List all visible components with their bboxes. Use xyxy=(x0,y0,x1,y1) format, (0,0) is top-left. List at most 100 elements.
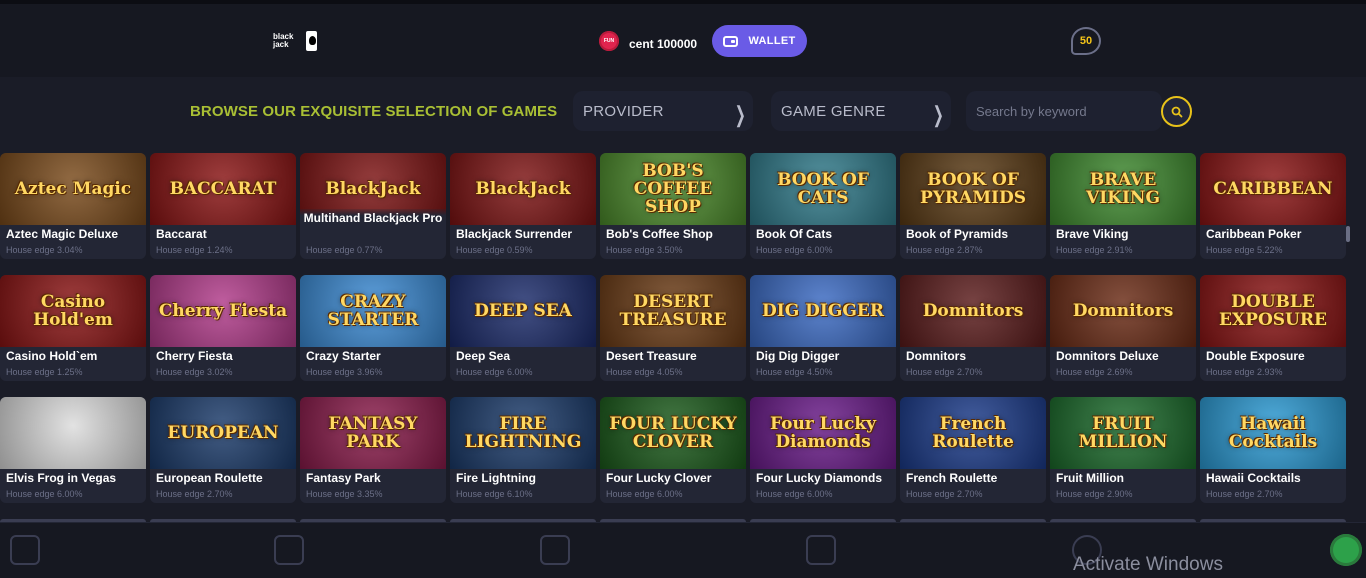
game-thumbnail[interactable]: BACCARAT xyxy=(150,153,296,225)
genre-filter[interactable]: GAME GENRE ❯ xyxy=(771,91,951,131)
game-name[interactable]: Dig Dig Digger xyxy=(756,349,892,363)
game-name[interactable]: Casino Hold`em xyxy=(6,349,142,363)
game-name[interactable]: Caribbean Poker xyxy=(1206,227,1342,241)
game-card[interactable]: BOOK OF CATS Book Of Cats House edge 6.00% xyxy=(750,153,896,259)
house-edge: House edge 2.70% xyxy=(1206,489,1283,499)
game-card[interactable]: Four Lucky Diamonds Four Lucky Diamonds Ho… xyxy=(750,397,896,503)
nav-diamond-icon[interactable] xyxy=(10,535,40,565)
game-card[interactable]: Domnitors Domnitors House edge 2.70% xyxy=(900,275,1046,381)
game-thumbnail[interactable]: FANTASY PARK xyxy=(300,397,446,469)
search-input[interactable] xyxy=(976,103,1156,119)
provider-filter[interactable]: PROVIDER ❯ xyxy=(573,91,753,131)
game-name[interactable]: Four Lucky Clover xyxy=(606,471,742,485)
game-thumbnail[interactable]: CRAZY STARTER xyxy=(300,275,446,347)
game-name[interactable]: French Roulette xyxy=(906,471,1042,485)
game-card[interactable]: CARIBBEAN Caribbean Poker House edge 5.22% xyxy=(1200,153,1346,259)
game-name[interactable]: Elvis Frog in Vegas xyxy=(6,471,142,485)
game-thumbnail[interactable]: French Roulette xyxy=(900,397,1046,469)
game-card[interactable]: EUROPEAN European Roulette House edge 2.70… xyxy=(150,397,296,503)
game-card[interactable]: DIG DIGGER Dig Dig Digger House edge 4.50% xyxy=(750,275,896,381)
game-thumbnail[interactable]: Domnitors xyxy=(900,275,1046,347)
game-thumbnail[interactable]: DEEP SEA xyxy=(450,275,596,347)
game-name[interactable]: Desert Treasure xyxy=(606,349,742,363)
game-name[interactable]: Domnitors Deluxe xyxy=(1056,349,1192,363)
game-name[interactable]: Hawaii Cocktails xyxy=(1206,471,1342,485)
game-thumbnail[interactable]: FRUIT MILLION xyxy=(1050,397,1196,469)
game-thumbnail[interactable]: BOB'S COFFEE SHOP xyxy=(600,153,746,225)
game-name[interactable]: Domnitors xyxy=(906,349,1042,363)
game-card[interactable]: DESERT TREASURE Desert Treasure House edge… xyxy=(600,275,746,381)
scrollbar-thumb[interactable] xyxy=(1346,226,1350,242)
game-art-title: CARIBBEAN xyxy=(1213,179,1333,199)
game-card[interactable]: BlackJack Blackjack Surrender House edge 0… xyxy=(450,153,596,259)
game-name[interactable]: Fire Lightning xyxy=(456,471,592,485)
game-name[interactable]: Bob's Coffee Shop xyxy=(606,227,742,241)
game-thumbnail[interactable]: Four Lucky Diamonds xyxy=(750,397,896,469)
game-name[interactable]: Deep Sea xyxy=(456,349,592,363)
game-card[interactable]: BOOK OF PYRAMIDS Book of Pyramids House ed… xyxy=(900,153,1046,259)
game-name[interactable]: European Roulette xyxy=(156,471,292,485)
game-card[interactable]: Cherry Fiesta Cherry Fiesta House edge 3.0… xyxy=(150,275,296,381)
game-card[interactable]: FRUIT MILLION Fruit Million House edge 2.9… xyxy=(1050,397,1196,503)
game-name[interactable]: Crazy Starter xyxy=(306,349,442,363)
game-card[interactable]: Aztec Magic Aztec Magic Deluxe House edge … xyxy=(0,153,146,259)
game-thumbnail[interactable]: FIRE LIGHTNING xyxy=(450,397,596,469)
game-card[interactable]: FOUR LUCKY CLOVER Four Lucky Clover House … xyxy=(600,397,746,503)
game-card[interactable]: CRAZY STARTER Crazy Starter House edge 3.9… xyxy=(300,275,446,381)
game-thumbnail[interactable]: Cherry Fiesta xyxy=(150,275,296,347)
game-card[interactable]: DOUBLE EXPOSURE Double Exposure House edge… xyxy=(1200,275,1346,381)
game-thumbnail[interactable]: FOUR LUCKY CLOVER xyxy=(600,397,746,469)
game-name[interactable]: Book of Pyramids xyxy=(906,227,1042,241)
game-thumbnail[interactable]: BlackJack xyxy=(450,153,596,225)
nav-rocket-icon[interactable] xyxy=(540,535,570,565)
game-name[interactable]: Blackjack Surrender xyxy=(456,227,592,241)
game-thumbnail[interactable] xyxy=(0,397,146,469)
game-thumbnail[interactable]: CARIBBEAN xyxy=(1200,153,1346,225)
game-name[interactable]: Aztec Magic Deluxe xyxy=(6,227,142,241)
game-thumbnail[interactable]: Domnitors xyxy=(1050,275,1196,347)
game-card[interactable]: Domnitors Domnitors Deluxe House edge 2.69… xyxy=(1050,275,1196,381)
game-thumbnail[interactable]: DIG DIGGER xyxy=(750,275,896,347)
game-card[interactable]: French Roulette French Roulette House edge… xyxy=(900,397,1046,503)
game-name[interactable]: Double Exposure xyxy=(1206,349,1342,363)
game-thumbnail[interactable]: EUROPEAN xyxy=(150,397,296,469)
game-name[interactable]: Multihand Blackjack Pro xyxy=(300,209,446,225)
game-card[interactable]: Casino Hold'em Casino Hold`em House edge 1… xyxy=(0,275,146,381)
game-card[interactable]: BACCARAT Baccarat House edge 1.24% xyxy=(150,153,296,259)
house-edge: House edge 2.70% xyxy=(906,367,983,377)
house-edge: House edge 3.96% xyxy=(306,367,383,377)
game-name[interactable]: Cherry Fiesta xyxy=(156,349,292,363)
game-name[interactable]: Fantasy Park xyxy=(306,471,442,485)
game-thumbnail[interactable]: BOOK OF PYRAMIDS xyxy=(900,153,1046,225)
game-card[interactable]: BOB'S COFFEE SHOP Bob's Coffee Shop House … xyxy=(600,153,746,259)
game-card[interactable]: FIRE LIGHTNING Fire Lightning House edge 6… xyxy=(450,397,596,503)
game-card[interactable]: DEEP SEA Deep Sea House edge 6.00% xyxy=(450,275,596,381)
game-name[interactable]: Book Of Cats xyxy=(756,227,892,241)
game-card[interactable]: Hawaii Cocktails Hawaii Cocktails House ed… xyxy=(1200,397,1346,503)
game-thumbnail[interactable]: Aztec Magic xyxy=(0,153,146,225)
game-thumbnail[interactable]: BRAVE VIKING xyxy=(1050,153,1196,225)
game-name[interactable]: Baccarat xyxy=(156,227,292,241)
game-name[interactable]: Brave Viking xyxy=(1056,227,1192,241)
game-thumbnail[interactable]: Casino Hold'em xyxy=(0,275,146,347)
notification-badge[interactable]: 50 xyxy=(1071,27,1101,55)
game-thumbnail[interactable]: DESERT TREASURE xyxy=(600,275,746,347)
game-name[interactable]: Fruit Million xyxy=(1056,471,1192,485)
nav-trophy-icon[interactable] xyxy=(806,535,836,565)
game-thumbnail[interactable]: Hawaii Cocktails xyxy=(1200,397,1346,469)
house-edge: House edge 2.93% xyxy=(1206,367,1283,377)
game-thumbnail[interactable]: BOOK OF CATS xyxy=(750,153,896,225)
game-thumbnail[interactable]: DOUBLE EXPOSURE xyxy=(1200,275,1346,347)
game-art-title: Domnitors xyxy=(1072,301,1174,321)
game-card[interactable]: Elvis Frog in Vegas House edge 6.00% xyxy=(0,397,146,503)
wallet-button[interactable]: WALLET xyxy=(712,25,807,57)
wallet-icon xyxy=(723,35,739,47)
game-name[interactable]: Four Lucky Diamonds xyxy=(756,471,892,485)
site-logo[interactable]: black JACK xyxy=(273,28,317,54)
game-card[interactable]: BlackJack Multihand Blackjack Pro House ed… xyxy=(300,153,446,259)
nav-chip-icon[interactable] xyxy=(274,535,304,565)
search-button[interactable] xyxy=(1161,96,1192,127)
game-card[interactable]: FANTASY PARK Fantasy Park House edge 3.35% xyxy=(300,397,446,503)
chat-button[interactable] xyxy=(1330,534,1362,566)
game-card[interactable]: BRAVE VIKING Brave Viking House edge 2.91% xyxy=(1050,153,1196,259)
